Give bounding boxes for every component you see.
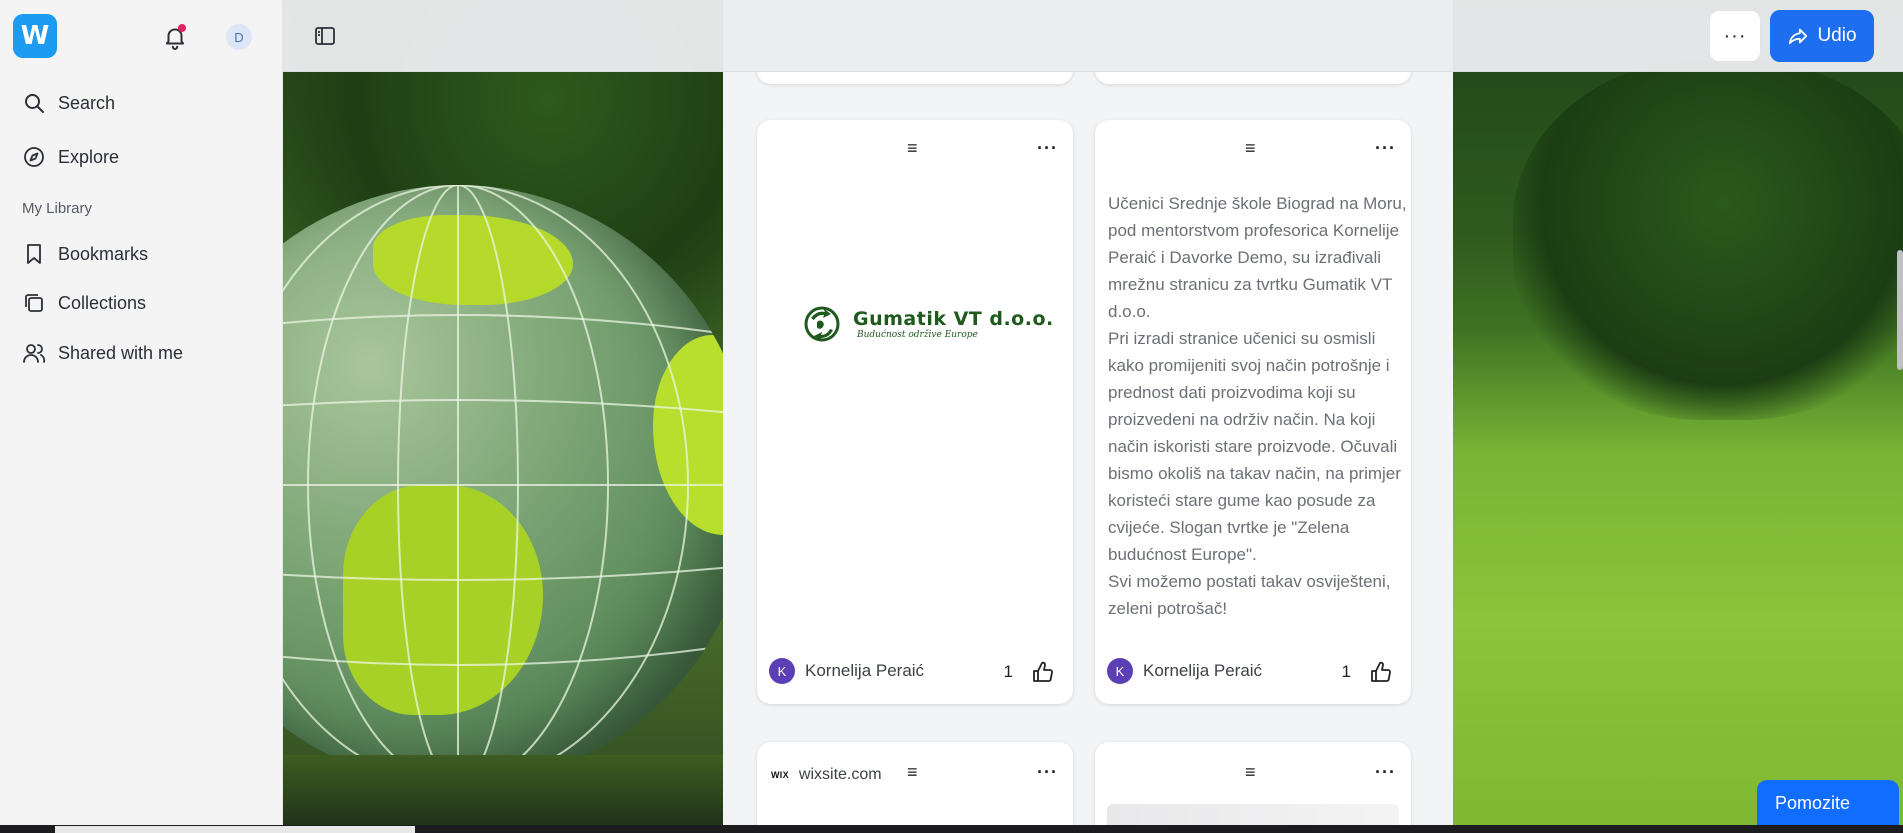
drag-handle-icon[interactable]: ≡ bbox=[907, 138, 918, 159]
card-author[interactable]: K Kornelija Peraić bbox=[1107, 658, 1262, 684]
sidebar-toggle-icon[interactable] bbox=[313, 24, 337, 48]
brand-name: Gumatik VT d.o.o. bbox=[853, 308, 1054, 330]
like-count: 1 bbox=[1341, 662, 1351, 681]
user-avatar[interactable]: D bbox=[226, 24, 252, 50]
nav-shared-label: Shared with me bbox=[58, 342, 184, 363]
background-globe-image bbox=[283, 0, 723, 825]
nav-search-label: Search bbox=[58, 92, 116, 113]
taskbar bbox=[0, 825, 1903, 833]
more-options-button[interactable]: ··· bbox=[1709, 10, 1761, 62]
wakelet-logo[interactable]: W bbox=[13, 14, 57, 58]
nav-collections[interactable]: Collections bbox=[22, 291, 146, 315]
more-options-label: ··· bbox=[1723, 24, 1747, 47]
author-name: Kornelija Peraić bbox=[1143, 661, 1263, 680]
share-button[interactable]: Udio bbox=[1770, 10, 1874, 62]
card-menu-icon[interactable]: ··· bbox=[1375, 762, 1396, 783]
like-count: 1 bbox=[1003, 662, 1013, 681]
gumatik-logo-image: Gumatik VT d.o.o. Budućnost održive Euro… bbox=[797, 300, 1054, 348]
taskbar-thumbnail[interactable] bbox=[55, 826, 415, 833]
drag-handle-icon[interactable]: ≡ bbox=[907, 762, 918, 783]
wix-logo-icon: WIX bbox=[771, 770, 789, 780]
nav-collections-label: Collections bbox=[58, 292, 147, 313]
card-menu-icon[interactable]: ··· bbox=[1375, 138, 1396, 159]
top-bar: ··· Udio bbox=[283, 0, 1903, 72]
nav-bookmarks-label: Bookmarks bbox=[58, 243, 149, 264]
drag-handle-icon[interactable]: ≡ bbox=[1245, 762, 1256, 783]
search-icon bbox=[25, 94, 44, 113]
page-scrollbar[interactable] bbox=[1897, 250, 1903, 370]
nav-shared-with-me[interactable]: Shared with me bbox=[22, 341, 183, 365]
help-button-label: Pomozite bbox=[1775, 792, 1851, 813]
brand-tagline: Budućnost održive Europe bbox=[857, 330, 978, 340]
author-name: Kornelija Peraić bbox=[805, 661, 925, 680]
users-icon bbox=[23, 344, 46, 363]
collections-icon bbox=[25, 294, 43, 312]
card-wixsite-link[interactable]: WIX wixsite.com ≡ ··· bbox=[757, 742, 1073, 833]
author-avatar: K bbox=[769, 658, 795, 684]
nav-search[interactable]: Search bbox=[22, 91, 115, 115]
link-source[interactable]: WIX wixsite.com bbox=[771, 766, 882, 784]
note-text: Učenici Srednje škole Biograd na Moru, p… bbox=[1108, 194, 1407, 618]
globe-illustration bbox=[283, 185, 723, 785]
card-gumatik-logo[interactable]: ≡ ··· Gumatik VT d.o.o. Budućnost održiv… bbox=[757, 120, 1073, 704]
recycle-globe-icon bbox=[804, 306, 840, 342]
card-text-note[interactable]: ≡ ··· Učenici Srednje škole Biograd na M… bbox=[1095, 120, 1411, 704]
bookmark-icon bbox=[27, 244, 41, 264]
card-author[interactable]: K Kornelija Peraić bbox=[769, 658, 924, 684]
card-image-partial[interactable]: ≡ ··· bbox=[1095, 742, 1411, 833]
logo-letter: W bbox=[20, 21, 50, 51]
background-meadow-image bbox=[1453, 0, 1903, 825]
my-library-heading: My Library bbox=[22, 200, 93, 217]
thumbs-up-icon[interactable] bbox=[1369, 660, 1393, 684]
share-icon bbox=[1789, 28, 1808, 45]
notifications-bell-icon[interactable] bbox=[162, 24, 188, 50]
help-button[interactable]: Pomozite bbox=[1757, 780, 1899, 826]
sidebar: W D Search Explore My Library Bookmarks … bbox=[0, 0, 283, 833]
card-likes[interactable]: 1 bbox=[1342, 660, 1393, 684]
nav-bookmarks[interactable]: Bookmarks bbox=[22, 242, 148, 266]
card-likes[interactable]: 1 bbox=[1004, 660, 1055, 684]
nav-explore[interactable]: Explore bbox=[22, 145, 119, 169]
notification-dot bbox=[178, 24, 186, 32]
compass-icon bbox=[24, 147, 44, 167]
link-source-domain: wixsite.com bbox=[798, 766, 882, 783]
card-menu-icon[interactable]: ··· bbox=[1037, 762, 1058, 783]
thumbs-up-icon[interactable] bbox=[1031, 660, 1055, 684]
author-avatar: K bbox=[1107, 658, 1133, 684]
collection-canvas: ≡ ··· Gumatik VT d.o.o. Budućnost održiv… bbox=[283, 0, 1903, 833]
nav-explore-label: Explore bbox=[58, 146, 120, 167]
user-initial: D bbox=[234, 29, 244, 45]
share-button-label: Udio bbox=[1817, 25, 1857, 46]
drag-handle-icon[interactable]: ≡ bbox=[1245, 138, 1256, 159]
card-menu-icon[interactable]: ··· bbox=[1037, 138, 1058, 159]
